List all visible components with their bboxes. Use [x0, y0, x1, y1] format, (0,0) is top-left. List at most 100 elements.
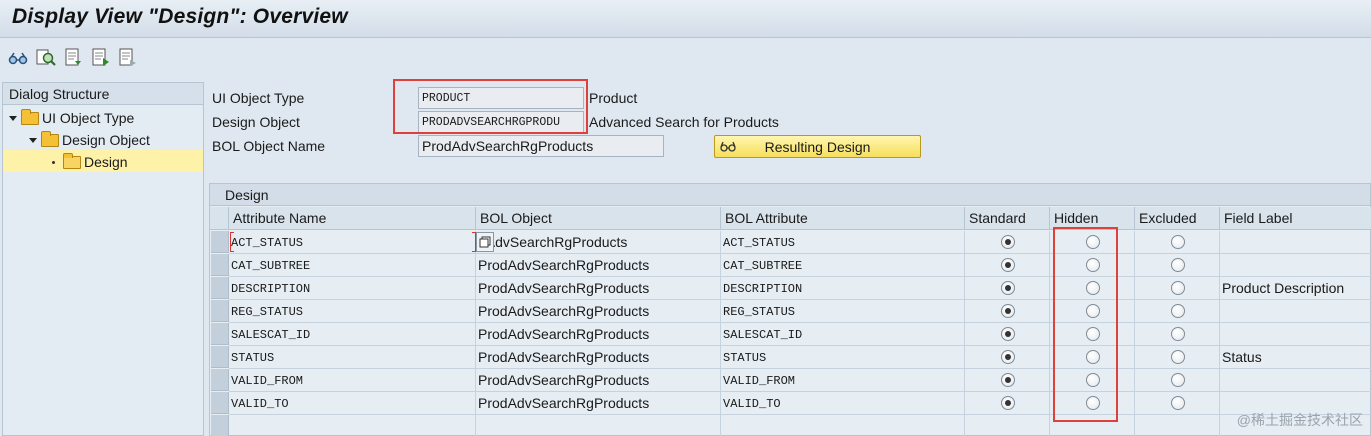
title-bar: Display View "Design": Overview — [0, 0, 1371, 38]
cell-bol-object[interactable]: ProdAdvSearchRgProducts — [476, 300, 721, 323]
radio-cell — [1135, 369, 1220, 392]
resulting-design-label: Resulting Design — [764, 138, 871, 155]
cell-bol-object[interactable]: ProdAdvSearchRgProducts — [476, 254, 721, 277]
radio-excluded[interactable] — [1171, 373, 1185, 387]
cell-attribute-name[interactable] — [229, 415, 476, 436]
cell-attribute-name[interactable]: ACT_STATUS — [229, 231, 476, 254]
glasses-icon[interactable] — [8, 48, 28, 68]
cell-field-label[interactable]: Status — [1220, 346, 1371, 369]
radio-cell — [1135, 300, 1220, 323]
column-header-excluded[interactable]: Excluded — [1135, 207, 1220, 230]
row-selector[interactable] — [211, 369, 229, 391]
cell-bol-object[interactable]: ProdAdvSearchRgProducts — [476, 369, 721, 392]
resulting-design-button[interactable]: Resulting Design — [714, 135, 921, 158]
cell-attribute-name[interactable]: VALID_FROM — [229, 369, 476, 392]
row-selector[interactable] — [211, 323, 229, 345]
radio-excluded[interactable] — [1171, 281, 1185, 295]
radio-cell — [965, 323, 1050, 346]
cell-field-label[interactable] — [1220, 369, 1371, 392]
cell-attribute-name[interactable]: STATUS — [229, 346, 476, 369]
cell-field-label[interactable] — [1220, 254, 1371, 277]
radio-cell — [965, 346, 1050, 369]
ui-object-type-description: Product — [589, 90, 638, 106]
expand-icon[interactable] — [29, 137, 37, 143]
expand-icon[interactable] — [9, 115, 17, 121]
row-selector[interactable] — [211, 346, 229, 368]
radio-excluded[interactable] — [1171, 235, 1185, 249]
tree-item-ui-object-type[interactable]: UI Object Type — [9, 107, 134, 129]
watermark: @稀土掘金技术社区 — [1236, 412, 1363, 428]
cell-bol-attribute[interactable]: DESCRIPTION — [721, 277, 965, 300]
radio-cell — [965, 300, 1050, 323]
tree-item-design[interactable]: Design — [52, 151, 128, 173]
cell-bol-object[interactable]: ProdAdvSearchRgProducts — [476, 277, 721, 300]
cell-field-label[interactable] — [1220, 231, 1371, 254]
column-header-bol-attribute[interactable]: BOL Attribute — [721, 207, 965, 230]
glasses-icon — [719, 140, 737, 157]
document-prev-icon[interactable] — [64, 48, 84, 68]
cell-bol-object[interactable]: ProdAdvSearchRgProducts — [476, 346, 721, 369]
cell-bol-object[interactable] — [476, 415, 721, 436]
cell-attribute-name[interactable]: DESCRIPTION — [229, 277, 476, 300]
document-detail-icon[interactable] — [118, 48, 138, 68]
cell-field-label[interactable] — [1220, 300, 1371, 323]
row-selector[interactable] — [211, 231, 229, 253]
tree-item-label: Design — [84, 154, 128, 170]
column-header-field-label[interactable]: Field Label — [1220, 207, 1371, 230]
cell-bol-attribute[interactable] — [721, 415, 965, 436]
cell-attribute-name[interactable]: REG_STATUS — [229, 300, 476, 323]
row-selector[interactable] — [211, 254, 229, 276]
cell-bol-attribute[interactable]: VALID_FROM — [721, 369, 965, 392]
cell-bol-attribute[interactable]: VALID_TO — [721, 392, 965, 415]
radio-standard[interactable] — [1001, 235, 1015, 249]
radio-cell — [1135, 254, 1220, 277]
column-header-standard[interactable]: Standard — [965, 207, 1050, 230]
cell-attribute-name[interactable]: SALESCAT_ID — [229, 323, 476, 346]
radio-cell — [1135, 323, 1220, 346]
radio-excluded[interactable] — [1171, 396, 1185, 410]
row-selector[interactable] — [211, 277, 229, 299]
radio-excluded[interactable] — [1171, 304, 1185, 318]
cell-attribute-name[interactable]: VALID_TO — [229, 392, 476, 415]
cell-bol-attribute[interactable]: STATUS — [721, 346, 965, 369]
cell-focus-marker — [230, 232, 234, 252]
document-next-icon[interactable] — [91, 48, 111, 68]
bol-object-name-field[interactable]: ProdAdvSearchRgProducts — [418, 135, 664, 157]
row-selector[interactable] — [211, 392, 229, 414]
radio-standard[interactable] — [1001, 327, 1015, 341]
cell-field-label[interactable] — [1220, 323, 1371, 346]
cell-field-label[interactable]: Product Description — [1220, 277, 1371, 300]
row-selector[interactable] — [211, 415, 229, 436]
radio-standard[interactable] — [1001, 281, 1015, 295]
cell-bol-attribute[interactable]: SALESCAT_ID — [721, 323, 965, 346]
radio-cell — [965, 277, 1050, 300]
find-icon[interactable] — [36, 48, 56, 68]
cell-attribute-name[interactable]: CAT_SUBTREE — [229, 254, 476, 277]
cell-bol-object[interactable]: ProdAdvSearchRgProducts — [476, 323, 721, 346]
radio-standard[interactable] — [1001, 350, 1015, 364]
cell-bol-object[interactable]: ProdAdvSearchRgProducts — [476, 392, 721, 415]
radio-excluded[interactable] — [1171, 350, 1185, 364]
cell-bol-attribute[interactable]: ACT_STATUS — [721, 231, 965, 254]
row-selector[interactable] — [211, 300, 229, 322]
radio-standard[interactable] — [1001, 373, 1015, 387]
cell-bol-attribute[interactable]: REG_STATUS — [721, 300, 965, 323]
open-folder-icon — [63, 152, 81, 169]
radio-standard[interactable] — [1001, 258, 1015, 272]
radio-cell — [965, 369, 1050, 392]
cell-bol-attribute[interactable]: CAT_SUBTREE — [721, 254, 965, 277]
radio-cell — [1135, 277, 1220, 300]
column-header-bol-object[interactable]: BOL Object — [476, 207, 721, 230]
copy-icon[interactable] — [476, 232, 494, 252]
tree-item-design-object[interactable]: Design Object — [29, 129, 150, 151]
radio-excluded[interactable] — [1171, 258, 1185, 272]
tree-item-label: Design Object — [62, 132, 150, 148]
radio-excluded[interactable] — [1171, 327, 1185, 341]
ui-object-type-label: UI Object Type — [212, 90, 305, 106]
select-all-header[interactable] — [210, 207, 229, 230]
radio-standard[interactable] — [1001, 304, 1015, 318]
column-header-attribute-name[interactable]: Attribute Name — [229, 207, 476, 230]
radio-cell — [965, 415, 1050, 436]
cell-bol-object[interactable]: dAdvSearchRgProducts — [476, 231, 721, 254]
radio-standard[interactable] — [1001, 396, 1015, 410]
